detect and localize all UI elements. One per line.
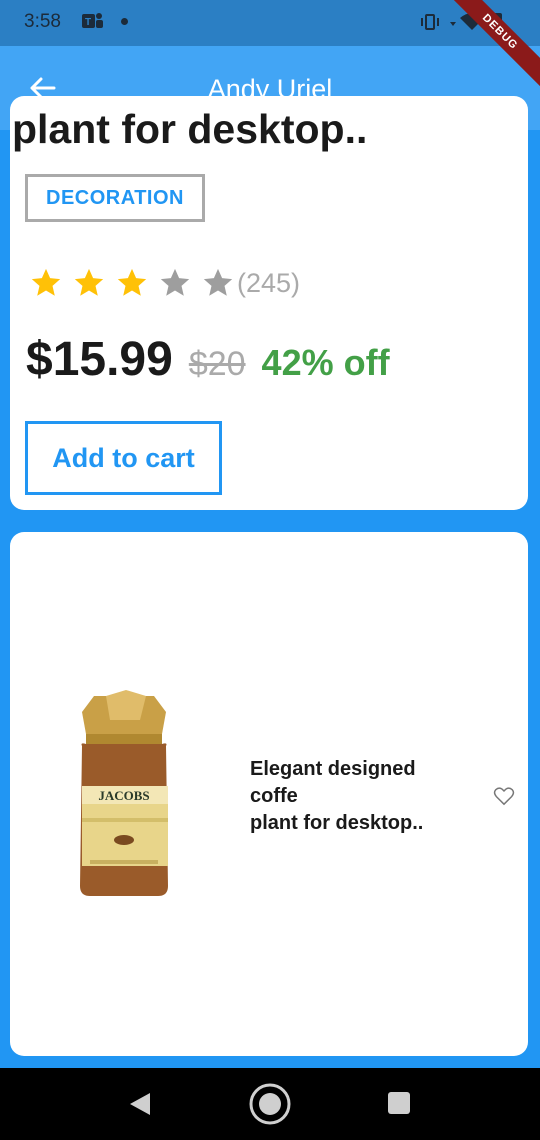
- status-bar: 3:58 T: [0, 0, 540, 46]
- notification-dot-icon: [121, 18, 128, 25]
- teams-icon: T: [82, 13, 103, 28]
- rating: (245): [28, 266, 300, 300]
- star-empty-icon: [203, 268, 233, 296]
- price: $15.99: [26, 333, 173, 386]
- product-title: plant for desktop..: [12, 106, 368, 152]
- star-filled-icon: [117, 268, 147, 296]
- nav-recent-icon[interactable]: [388, 1092, 410, 1114]
- category-tag[interactable]: DECORATION: [25, 174, 205, 222]
- heart-icon[interactable]: [493, 786, 515, 806]
- product-detail-card: plant for desktop.. DECORATION (245) $15…: [10, 96, 528, 510]
- old-price: $20: [188, 345, 246, 383]
- price-row: $15.99 $20 42% off: [26, 332, 390, 387]
- product-card[interactable]: JACOBS Elegant designed coffe plant for …: [10, 532, 528, 1056]
- nav-back-icon[interactable]: [128, 1092, 152, 1116]
- product-image: JACOBS: [80, 690, 168, 896]
- status-time: 3:58: [24, 11, 61, 32]
- star-empty-icon: [160, 268, 190, 296]
- nav-home-icon[interactable]: [248, 1082, 292, 1126]
- star-filled-icon: [74, 268, 104, 296]
- product-card-line: coffe: [250, 785, 298, 807]
- svg-text:T: T: [85, 17, 91, 28]
- product-card-title: Elegant designed coffe plant for desktop…: [250, 756, 470, 837]
- rating-count: (245): [237, 267, 301, 298]
- add-to-cart-button[interactable]: Add to cart: [25, 421, 222, 495]
- system-nav-bar: [0, 1068, 540, 1140]
- product-card-line: Elegant designed: [250, 758, 416, 780]
- star-filled-icon: [31, 268, 61, 296]
- product-brand-label: JACOBS: [98, 788, 149, 803]
- discount-label: 42% off: [261, 342, 390, 383]
- product-card-line: plant for desktop..: [250, 812, 424, 834]
